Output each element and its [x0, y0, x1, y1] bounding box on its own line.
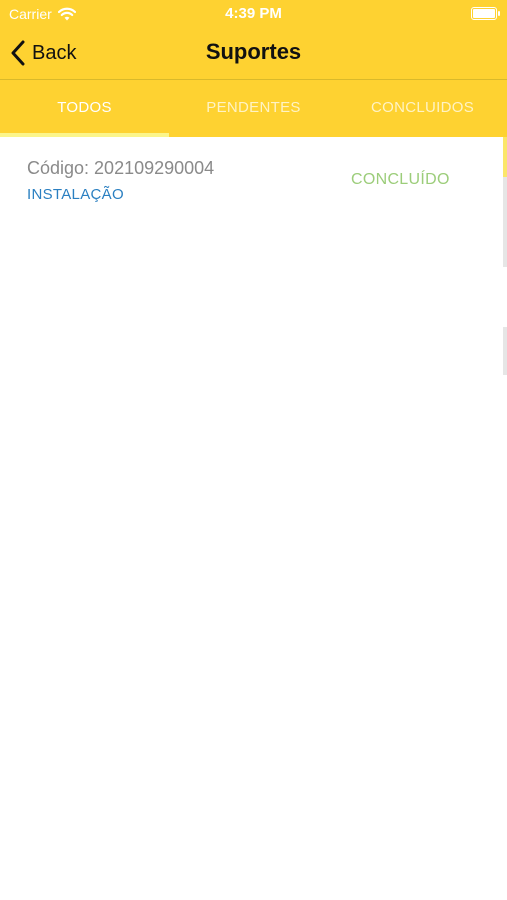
support-list: Código: 202109290004 INSTALAÇÃO CONCLUÍD…	[0, 137, 507, 217]
list-item[interactable]: Código: 202109290004 INSTALAÇÃO CONCLUÍD…	[0, 137, 507, 217]
scrollbar-track-secondary[interactable]	[503, 327, 507, 375]
status-time: 4:39 PM	[225, 5, 282, 22]
tab-bar: TODOS PENDENTES CONCLUIDOS	[0, 80, 507, 137]
nav-bar: Back Suportes	[0, 28, 507, 78]
tab-pendentes-label: PENDENTES	[206, 99, 301, 116]
tab-todos-label: TODOS	[57, 99, 112, 116]
item-type: INSTALAÇÃO	[27, 186, 124, 203]
scrollbar-thumb[interactable]	[503, 137, 507, 177]
tab-pendentes[interactable]: PENDENTES	[169, 80, 338, 137]
item-code: Código: 202109290004	[27, 158, 215, 178]
battery-icon	[471, 7, 500, 20]
tab-concluidos[interactable]: CONCLUIDOS	[338, 80, 507, 137]
status-bar: Carrier 4:39 PM	[0, 0, 507, 28]
tab-concluidos-label: CONCLUIDOS	[370, 99, 474, 116]
tab-todos[interactable]: TODOS	[0, 80, 169, 137]
status-badge: CONCLUÍDO	[351, 171, 450, 188]
battery-fill	[473, 9, 495, 18]
page-title: Suportes	[205, 39, 302, 64]
header: Carrier 4:39 PM Back Suportes	[0, 0, 507, 80]
screen: Carrier 4:39 PM Back Suportes TODOS PEND…	[0, 0, 507, 900]
